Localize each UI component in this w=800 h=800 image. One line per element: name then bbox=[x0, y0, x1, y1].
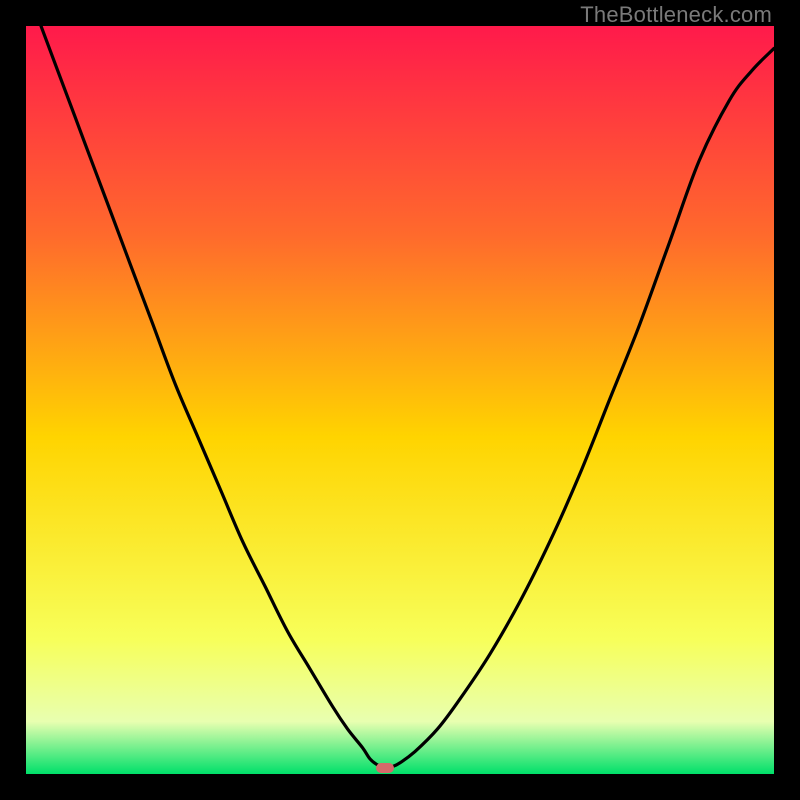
gradient-background bbox=[26, 26, 774, 774]
bottleneck-chart bbox=[26, 26, 774, 774]
optimum-marker bbox=[376, 763, 394, 773]
watermark-text: TheBottleneck.com bbox=[580, 2, 772, 28]
chart-frame bbox=[26, 26, 774, 774]
